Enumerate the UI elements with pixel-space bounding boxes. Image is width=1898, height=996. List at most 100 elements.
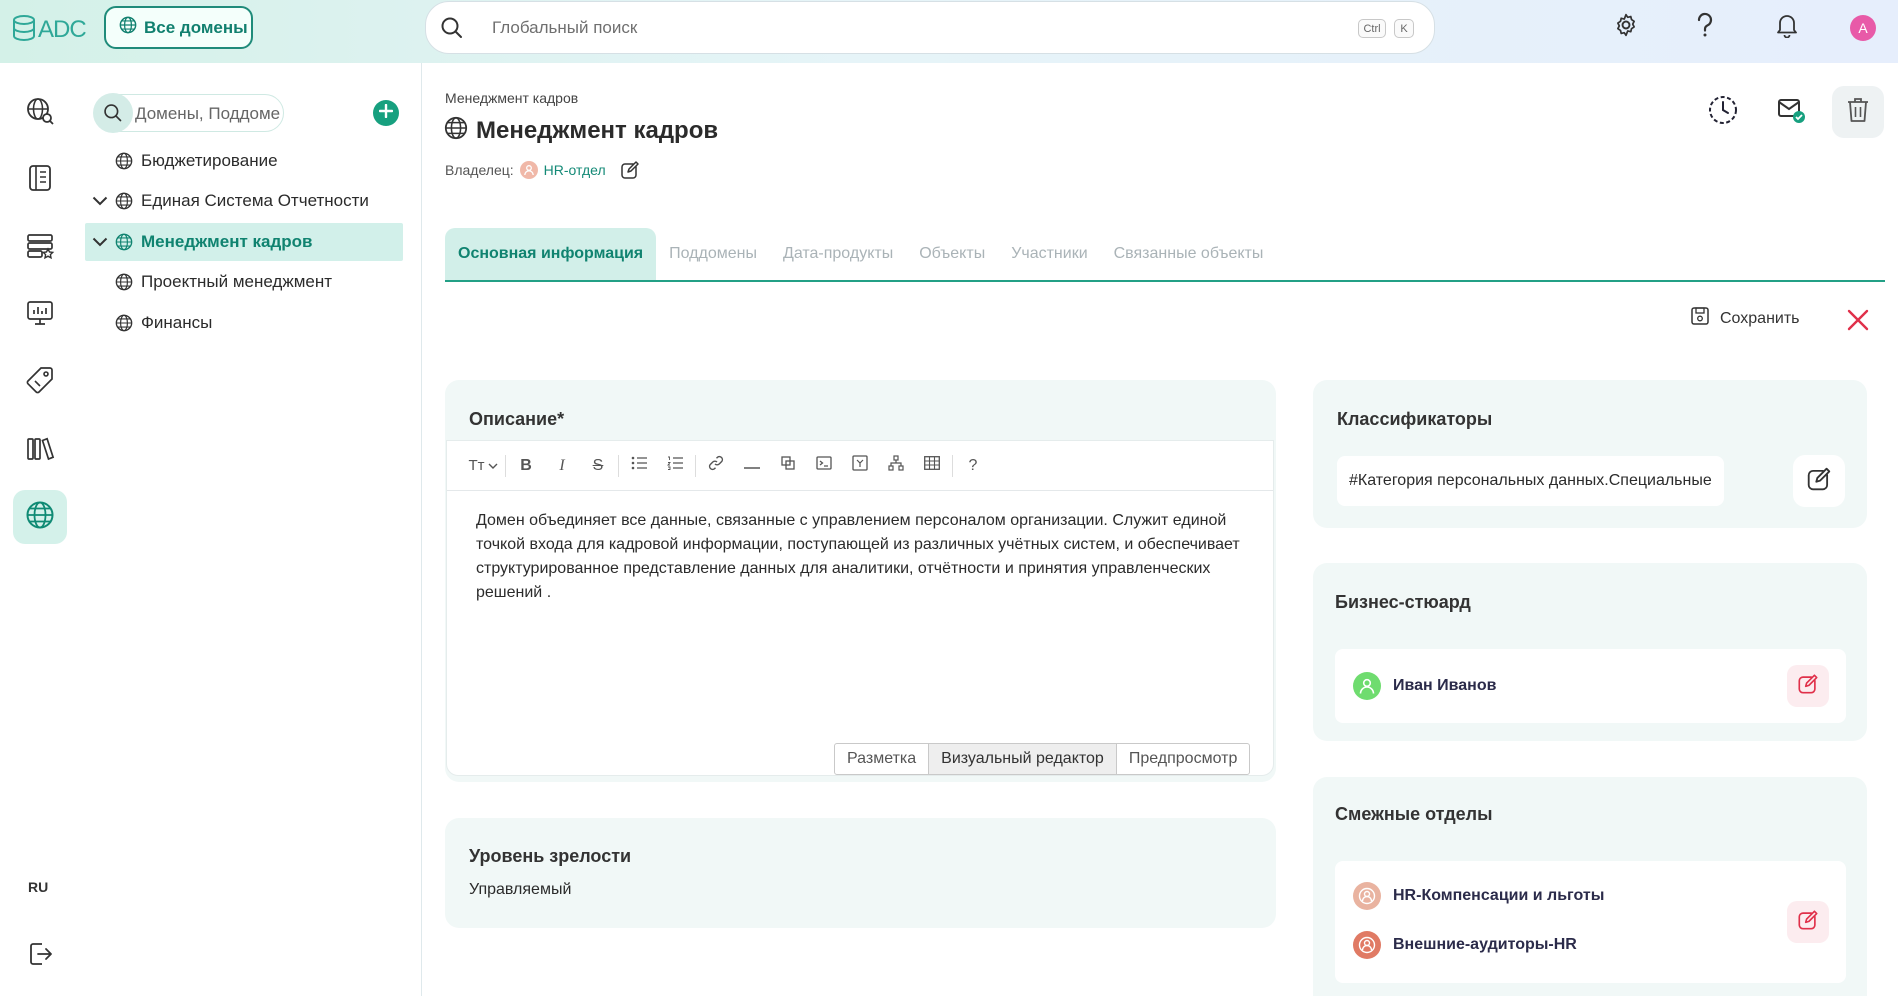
tree-item-hr-management[interactable]: Менеджмент кадров <box>85 223 403 261</box>
help-button[interactable] <box>1688 10 1722 44</box>
all-domains-button[interactable]: Все домены <box>104 6 253 49</box>
edit-icon <box>1797 909 1819 936</box>
table-button[interactable] <box>914 451 950 481</box>
books-icon <box>25 433 55 468</box>
save-button[interactable]: Сохранить <box>1690 306 1800 331</box>
language-switch[interactable]: RU <box>28 879 48 895</box>
edit-icon <box>1806 466 1832 497</box>
history-button[interactable] <box>1697 86 1749 138</box>
edit-classifiers-button[interactable] <box>1793 455 1845 507</box>
copy-blocks-icon <box>780 455 796 476</box>
related-item[interactable]: Внешние-аудиторы-HR <box>1353 931 1577 959</box>
chevron-down-icon[interactable] <box>85 237 115 247</box>
editor-toolbar: Tт B I S ? <box>447 441 1273 491</box>
tab-data-products[interactable]: Дата-продукты <box>770 228 906 280</box>
rail-domains[interactable] <box>13 490 67 544</box>
tab-main-info[interactable]: Основная информация <box>445 228 657 280</box>
shortcut-k: K <box>1394 19 1414 38</box>
numbered-list-button[interactable] <box>657 451 693 481</box>
related-departments-card: Смежные отделы HR-Компенсации и льготы В… <box>1313 777 1867 996</box>
close-button[interactable] <box>1846 308 1870 332</box>
group-avatar <box>519 161 538 179</box>
settings-button[interactable] <box>1609 10 1643 44</box>
quote-button[interactable] <box>770 451 806 481</box>
rail-tags[interactable] <box>13 355 67 409</box>
tree-item-label: Менеджмент кадров <box>141 232 313 251</box>
user-avatar[interactable]: A <box>1850 15 1876 41</box>
steward-person[interactable]: Иван Иванов <box>1353 672 1496 700</box>
top-bar: ADC Все домены Ctrl K A <box>0 0 1898 63</box>
link-button[interactable] <box>698 451 734 481</box>
tree-item-label: Проектный менеджмент <box>141 272 333 291</box>
italic-icon: I <box>559 456 565 474</box>
bold-button[interactable]: B <box>508 451 544 481</box>
description-text[interactable]: Домен объединяет все данные, связанные с… <box>476 509 1256 605</box>
rail-catalog[interactable] <box>13 221 67 275</box>
bullet-list-button[interactable] <box>621 451 657 481</box>
owner-link[interactable]: HR-отдел <box>544 162 606 178</box>
tab-participants[interactable]: Участники <box>998 228 1100 280</box>
all-domains-label: Все домены <box>144 17 248 37</box>
text-style-button[interactable]: Tт <box>463 451 503 481</box>
globe-icon <box>119 16 137 39</box>
rail-dashboards[interactable] <box>13 288 67 342</box>
rail-documents[interactable] <box>13 153 67 207</box>
subscribe-button[interactable] <box>1765 86 1817 138</box>
add-domain-button[interactable] <box>373 100 399 126</box>
breadcrumb[interactable]: Менеджмент кадров <box>445 90 578 106</box>
logout-icon <box>26 940 54 973</box>
group-avatar <box>1353 931 1381 959</box>
tab-subdomains[interactable]: Поддомены <box>656 228 770 280</box>
tab-related-objects[interactable]: Связанные объекты <box>1101 228 1277 280</box>
diagram-button[interactable] <box>878 451 914 481</box>
related-item[interactable]: HR-Компенсации и льготы <box>1353 882 1604 910</box>
tree-item-reporting-system[interactable]: Единая Система Отчетности <box>85 182 403 220</box>
link-icon <box>708 455 724 476</box>
edit-owner-icon[interactable] <box>620 160 640 180</box>
globe-icon <box>115 273 137 291</box>
rail-library[interactable] <box>13 423 67 477</box>
tree-item-project-management[interactable]: Проектный менеджмент <box>85 263 403 301</box>
app-logo[interactable]: ADC <box>12 12 90 48</box>
classifiers-card: Классификаторы #Категория персональных д… <box>1313 380 1867 528</box>
tree-item-finance[interactable]: Финансы <box>85 304 403 342</box>
edit-icon <box>1797 673 1819 700</box>
italic-button[interactable]: I <box>544 451 580 481</box>
notifications-button[interactable] <box>1770 10 1804 44</box>
rail-global-search[interactable] <box>13 86 67 140</box>
tab-objects[interactable]: Объекты <box>906 228 998 280</box>
tree-search-input[interactable] <box>135 103 280 125</box>
terminal-icon <box>816 455 832 476</box>
steward-title: Бизнес-стюард <box>1335 592 1471 612</box>
chevron-down-icon[interactable] <box>85 196 115 206</box>
tree-search[interactable] <box>93 93 284 133</box>
code-button[interactable] <box>806 451 842 481</box>
document-icon <box>26 163 54 198</box>
global-search-input[interactable] <box>492 14 1292 42</box>
rich-text-editor[interactable]: Tт B I S ? Домен объединяет все данные, … <box>446 440 1274 776</box>
maturity-value: Управляемый <box>469 881 572 898</box>
strikethrough-button[interactable]: S <box>580 451 616 481</box>
related-item-label: Внешние-аудиторы-HR <box>1393 936 1577 953</box>
tree-item-budgeting[interactable]: Бюджетирование <box>85 142 403 180</box>
code-block-button[interactable] <box>842 451 878 481</box>
toolbar-separator <box>618 454 619 477</box>
toolbar-separator <box>505 454 506 477</box>
editor-help-icon: ? <box>968 456 978 474</box>
editor-help-button[interactable]: ? <box>955 451 991 481</box>
bullet-list-icon <box>631 456 647 475</box>
tree-item-label: Бюджетирование <box>141 151 278 170</box>
hierarchy-icon <box>888 455 904 476</box>
globe-search-icon <box>25 96 55 131</box>
mode-markup[interactable]: Разметка <box>835 744 930 774</box>
mode-visual-editor[interactable]: Визуальный редактор <box>929 744 1117 774</box>
classifier-chip[interactable]: #Категория персональных данных.Специальн… <box>1337 456 1724 506</box>
edit-related-button[interactable] <box>1787 901 1829 943</box>
edit-steward-button[interactable] <box>1787 665 1829 707</box>
global-search[interactable]: Ctrl K <box>425 1 1435 54</box>
mode-preview[interactable]: Предпросмотр <box>1117 744 1250 774</box>
logout-button[interactable] <box>13 929 67 983</box>
delete-button[interactable] <box>1832 86 1884 138</box>
horizontal-rule-button[interactable] <box>734 451 770 481</box>
tag-icon <box>25 365 55 400</box>
